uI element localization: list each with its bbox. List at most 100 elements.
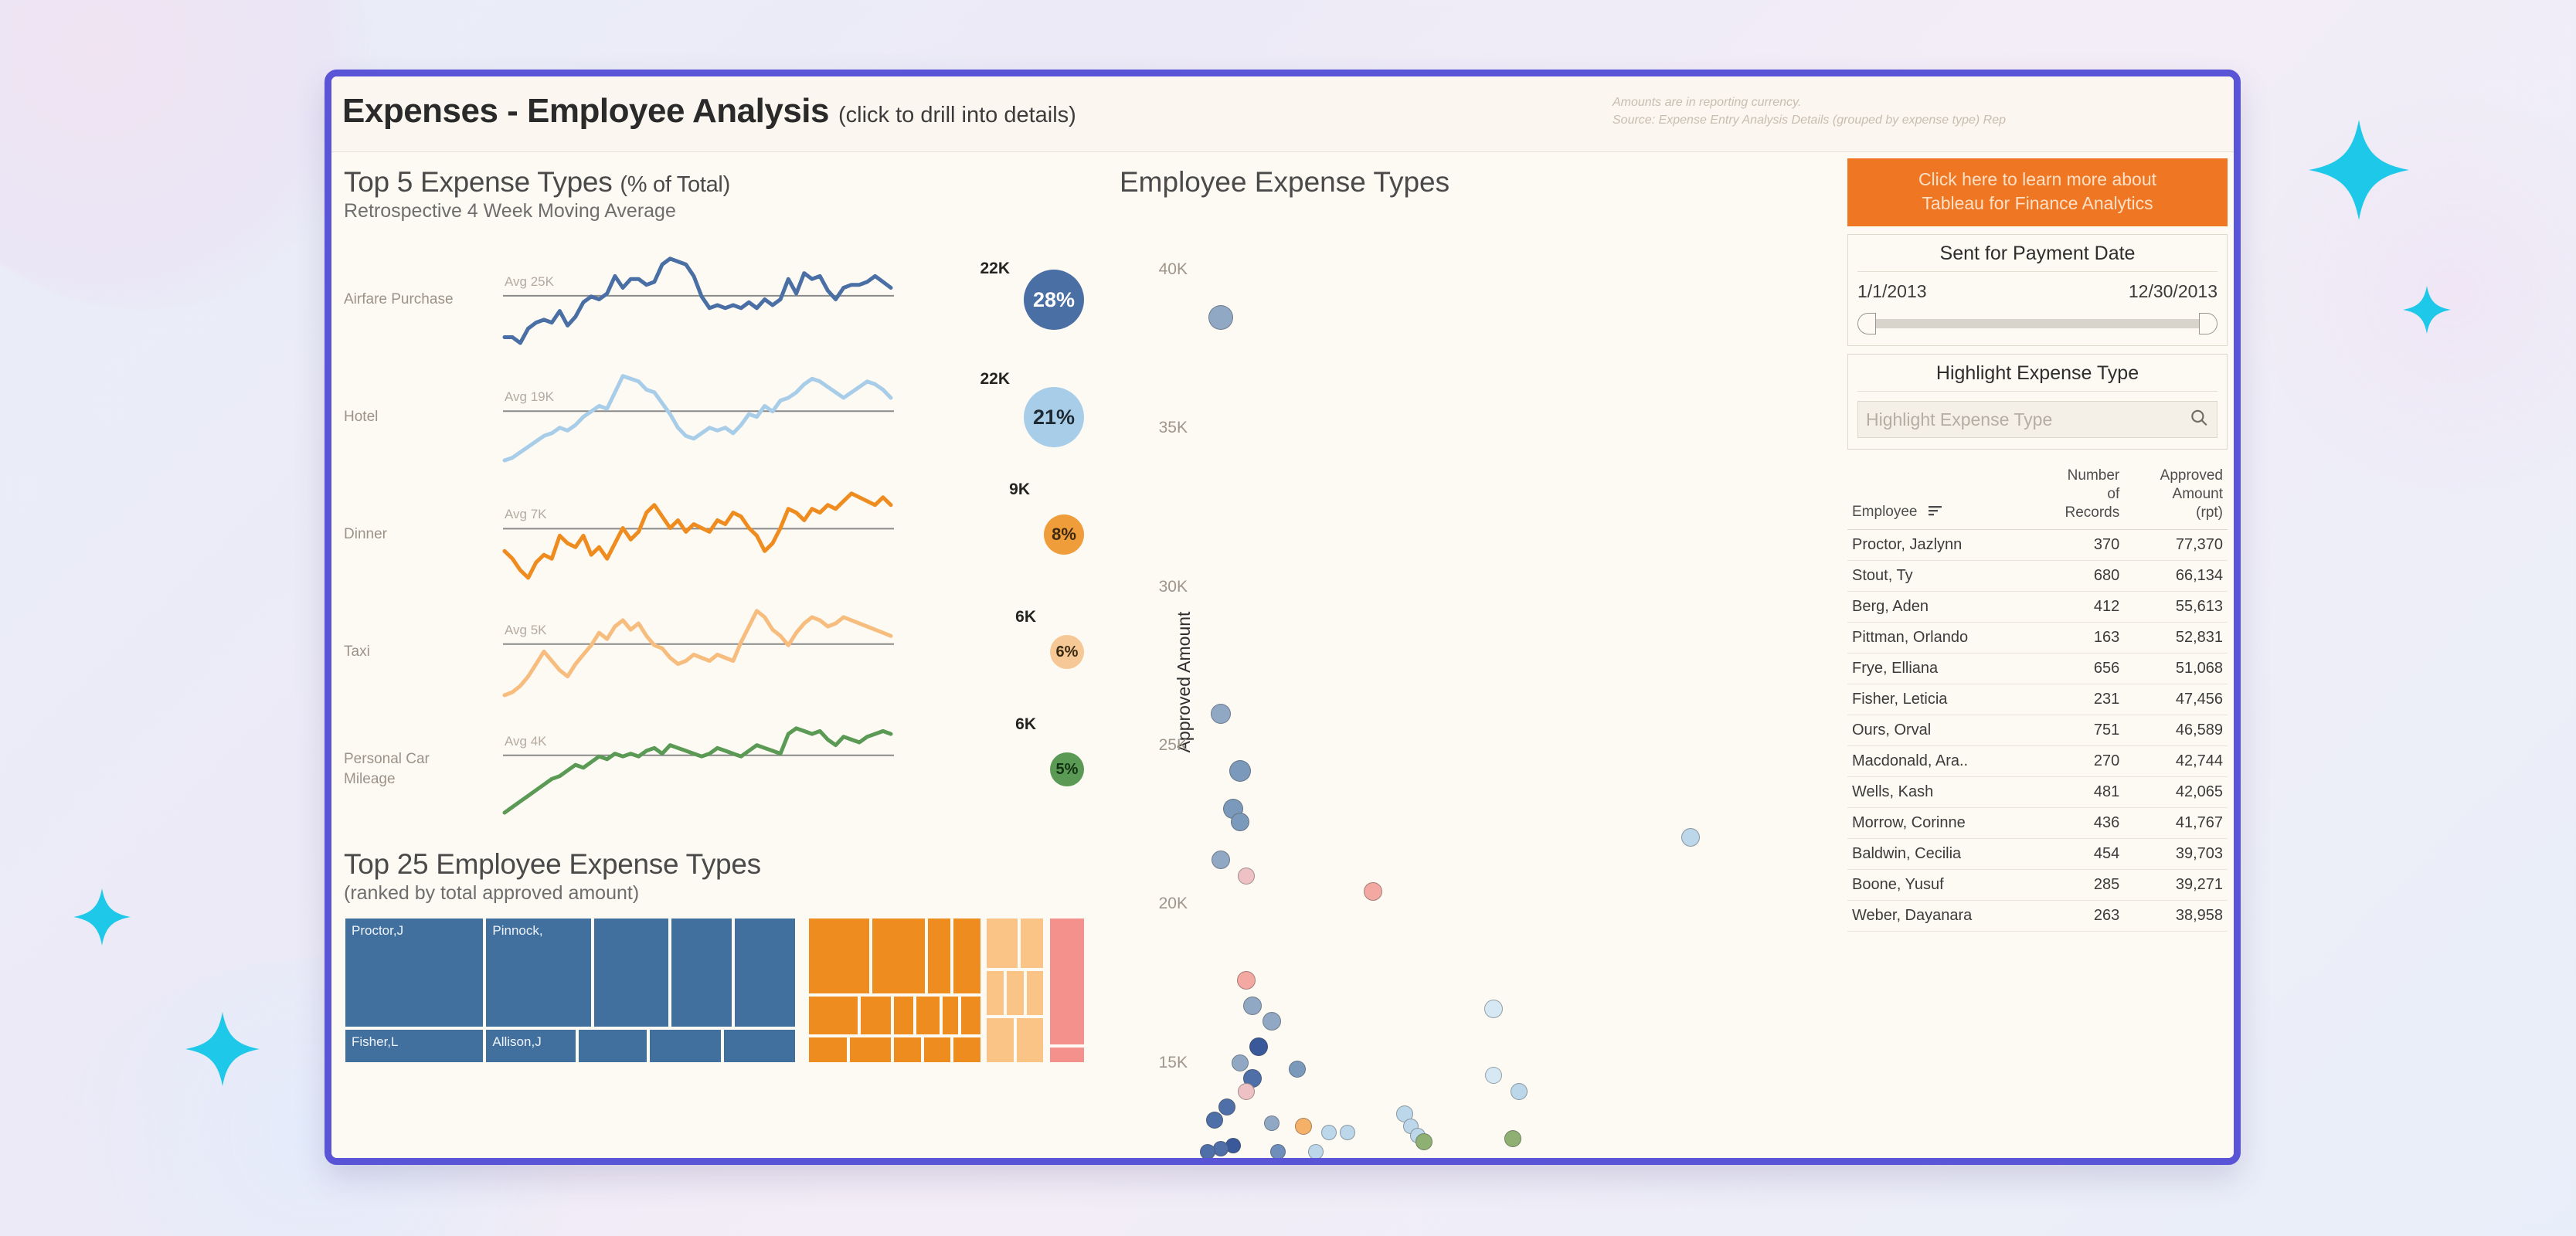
date-filter-start[interactable]: 1/1/2013 <box>1857 281 1927 302</box>
treemap-cell[interactable] <box>647 1028 722 1064</box>
table-row[interactable]: Morrow, Corinne 436 41,767 <box>1847 807 2228 840</box>
scatter-point[interactable] <box>1308 1143 1324 1158</box>
employee-table[interactable]: Employee Number of Records Approved Amou… <box>1847 464 2228 932</box>
treemap-cell[interactable] <box>926 917 953 995</box>
page-title[interactable]: Expenses - Employee Analysis (click to d… <box>342 92 1076 131</box>
scatter-chart[interactable]: Approved Amount 40K 35K 30K 25K 20K 15K <box>1096 206 1830 1158</box>
treemap-cell[interactable] <box>959 994 982 1036</box>
treemap-cell[interactable] <box>952 917 982 995</box>
treemap-cell[interactable]: Fisher,L <box>344 1028 485 1064</box>
table-row[interactable]: Frye, Elliana 656 51,068 <box>1847 653 2228 685</box>
treemap-cell[interactable] <box>892 994 916 1036</box>
sparkline-percent-bubble[interactable]: 28% <box>1024 270 1084 330</box>
scatter-point[interactable] <box>1415 1133 1432 1151</box>
scatter-point[interactable] <box>1340 1125 1356 1141</box>
scatter-point[interactable] <box>1200 1143 1216 1158</box>
slider-handle-right[interactable] <box>2199 313 2217 335</box>
scatter-point[interactable] <box>1237 1082 1255 1100</box>
treemap-cell[interactable] <box>915 994 941 1036</box>
sparkline-row[interactable]: Taxi Avg 5K 6K 6% <box>344 593 1084 711</box>
treemap-cell[interactable] <box>670 917 733 1029</box>
scatter-point[interactable] <box>1511 1082 1528 1100</box>
table-row[interactable]: Macdonald, Ara.. 270 42,744 <box>1847 745 2228 778</box>
treemap-chart[interactable]: Proctor,J Pinnock, Fisher,L Allison,J <box>344 917 1086 1064</box>
sparkline-percent-bubble[interactable]: 5% <box>1050 752 1084 786</box>
sparkline-row[interactable]: Hotel Avg 19K 22K 21% <box>344 358 1084 476</box>
column-header-employee[interactable]: Employee <box>1847 464 2033 530</box>
scatter-point[interactable] <box>1205 1111 1223 1129</box>
sparkline-row[interactable]: Dinner Avg 7K 9K 8% <box>344 476 1084 593</box>
treemap-cell[interactable] <box>1005 969 1026 1017</box>
scatter-point[interactable] <box>1231 1054 1249 1071</box>
table-row[interactable]: Weber, Dayanara 263 38,958 <box>1847 900 2228 932</box>
sparkline-percent-bubble[interactable]: 21% <box>1024 387 1084 447</box>
scatter-point[interactable] <box>1236 971 1256 990</box>
scatter-point[interactable] <box>1288 1061 1306 1078</box>
scatter-plot-area[interactable] <box>1195 206 1830 1158</box>
scatter-point[interactable] <box>1262 1012 1281 1031</box>
treemap-cell[interactable] <box>985 917 1019 970</box>
treemap-cell[interactable] <box>807 1035 848 1064</box>
treemap-cell[interactable]: Proctor,J <box>344 917 485 1029</box>
treemap-cell[interactable] <box>859 994 893 1036</box>
learn-more-cta-button[interactable]: Click here to learn more about Tableau f… <box>1847 158 2228 227</box>
treemap-cell[interactable] <box>922 1035 953 1064</box>
scatter-point[interactable] <box>1484 999 1504 1018</box>
sparkline-chart[interactable]: Avg 4K 6K <box>460 715 1038 823</box>
table-row[interactable]: Berg, Aden 412 55,613 <box>1847 591 2228 623</box>
scatter-point[interactable] <box>1249 1037 1269 1057</box>
sparkline-row[interactable]: Airfare Purchase Avg 25K 22K 28% <box>344 241 1084 358</box>
sparkline-row[interactable]: Personal Car Mileage Avg 4K 6K 5% <box>344 711 1084 828</box>
treemap-cell[interactable] <box>733 917 797 1029</box>
scatter-point[interactable] <box>1208 304 1233 330</box>
scatter-point[interactable] <box>1320 1125 1337 1141</box>
date-range-slider[interactable] <box>1857 313 2217 335</box>
table-row[interactable]: Pittman, Orlando 163 52,831 <box>1847 622 2228 654</box>
column-header-approved-amount[interactable]: Approved Amount (rpt) <box>2124 464 2228 530</box>
table-row[interactable]: Boone, Yusuf 285 39,271 <box>1847 869 2228 902</box>
treemap-cell[interactable] <box>577 1028 648 1064</box>
scatter-point[interactable] <box>1242 996 1262 1015</box>
sparkline-chart[interactable]: Avg 25K 22K <box>460 246 1011 354</box>
scatter-point[interactable] <box>1364 882 1383 902</box>
sparkline-chart[interactable]: Avg 7K 9K <box>460 480 1031 589</box>
treemap-cell[interactable] <box>1048 917 1086 1047</box>
treemap-cell[interactable]: Allison,J <box>484 1028 578 1064</box>
treemap-cell[interactable] <box>848 1035 893 1064</box>
scatter-point[interactable] <box>1504 1130 1521 1148</box>
sort-descending-icon[interactable] <box>1928 504 1943 522</box>
treemap-cell[interactable] <box>1014 1017 1045 1064</box>
table-row[interactable]: Ours, Orval 751 46,589 <box>1847 715 2228 747</box>
scatter-point[interactable] <box>1681 828 1701 847</box>
slider-handle-left[interactable] <box>1857 313 1876 335</box>
sparkline-chart[interactable]: Avg 5K 6K <box>460 598 1038 706</box>
highlight-search-input[interactable] <box>1858 409 2217 430</box>
treemap-cell[interactable] <box>892 1035 923 1064</box>
search-icon[interactable] <box>2189 408 2209 432</box>
sparkline-percent-bubble[interactable]: 6% <box>1050 635 1084 669</box>
treemap-cell[interactable] <box>592 917 671 1029</box>
scatter-point[interactable] <box>1218 1098 1236 1116</box>
treemap-cell[interactable] <box>952 1035 982 1064</box>
slider-track[interactable] <box>1867 319 2208 329</box>
date-filter-end[interactable]: 12/30/2013 <box>2129 281 2217 302</box>
sparkline-percent-bubble[interactable]: 8% <box>1044 514 1084 555</box>
table-row[interactable]: Proctor, Jazlynn 370 77,370 <box>1847 529 2228 562</box>
scatter-point[interactable] <box>1211 850 1230 869</box>
highlight-search-box[interactable] <box>1857 401 2217 439</box>
scatter-point[interactable] <box>1269 1143 1286 1158</box>
sparkline-chart[interactable]: Avg 19K 22K <box>460 363 1011 471</box>
treemap-cell[interactable] <box>870 917 926 995</box>
column-header-number-of-records[interactable]: Number of Records <box>2033 464 2125 530</box>
scatter-point[interactable] <box>1263 1115 1280 1131</box>
table-row[interactable]: Wells, Kash 481 42,065 <box>1847 776 2228 809</box>
treemap-cell[interactable] <box>985 1017 1015 1064</box>
scatter-point[interactable] <box>1237 867 1255 885</box>
treemap-cell[interactable] <box>985 969 1006 1017</box>
treemap-cell[interactable] <box>1025 969 1045 1017</box>
scatter-point[interactable] <box>1230 812 1249 831</box>
table-row[interactable]: Fisher, Leticia 231 47,456 <box>1847 684 2228 716</box>
table-row[interactable]: Stout, Ty 680 66,134 <box>1847 560 2228 593</box>
treemap-cell[interactable] <box>1018 917 1045 970</box>
scatter-point[interactable] <box>1210 704 1231 725</box>
